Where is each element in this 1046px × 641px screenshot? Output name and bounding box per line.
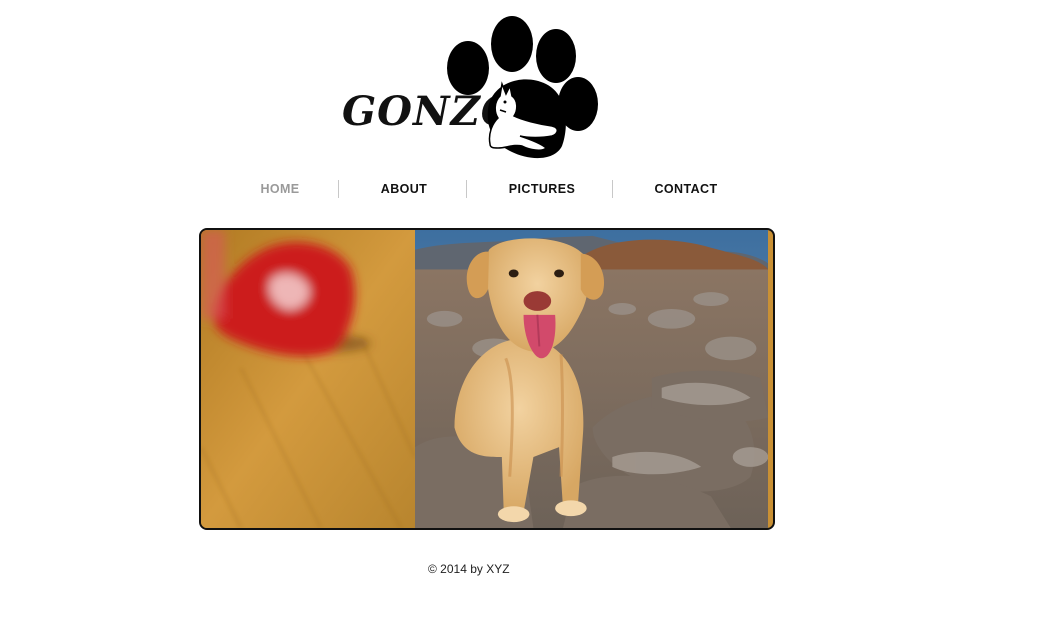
nav-divider	[612, 180, 613, 198]
nav-pictures[interactable]: PICTURES	[498, 178, 586, 200]
nav-contact[interactable]: CONTACT	[642, 178, 730, 200]
main-nav: HOME ABOUT PICTURES CONTACT	[222, 178, 742, 202]
nav-about[interactable]: ABOUT	[368, 178, 440, 200]
footer-copyright: © 2014 by XYZ	[428, 562, 510, 576]
slide-image-red-toy	[201, 230, 415, 528]
image-slideshow[interactable]	[199, 228, 775, 530]
slide-image-labrador	[415, 230, 769, 528]
paw-print-dog-icon	[447, 16, 598, 159]
nav-divider	[466, 180, 467, 198]
nav-divider	[338, 180, 339, 198]
nav-home[interactable]: HOME	[244, 178, 316, 200]
site-logo[interactable]: GONZO	[338, 14, 600, 162]
